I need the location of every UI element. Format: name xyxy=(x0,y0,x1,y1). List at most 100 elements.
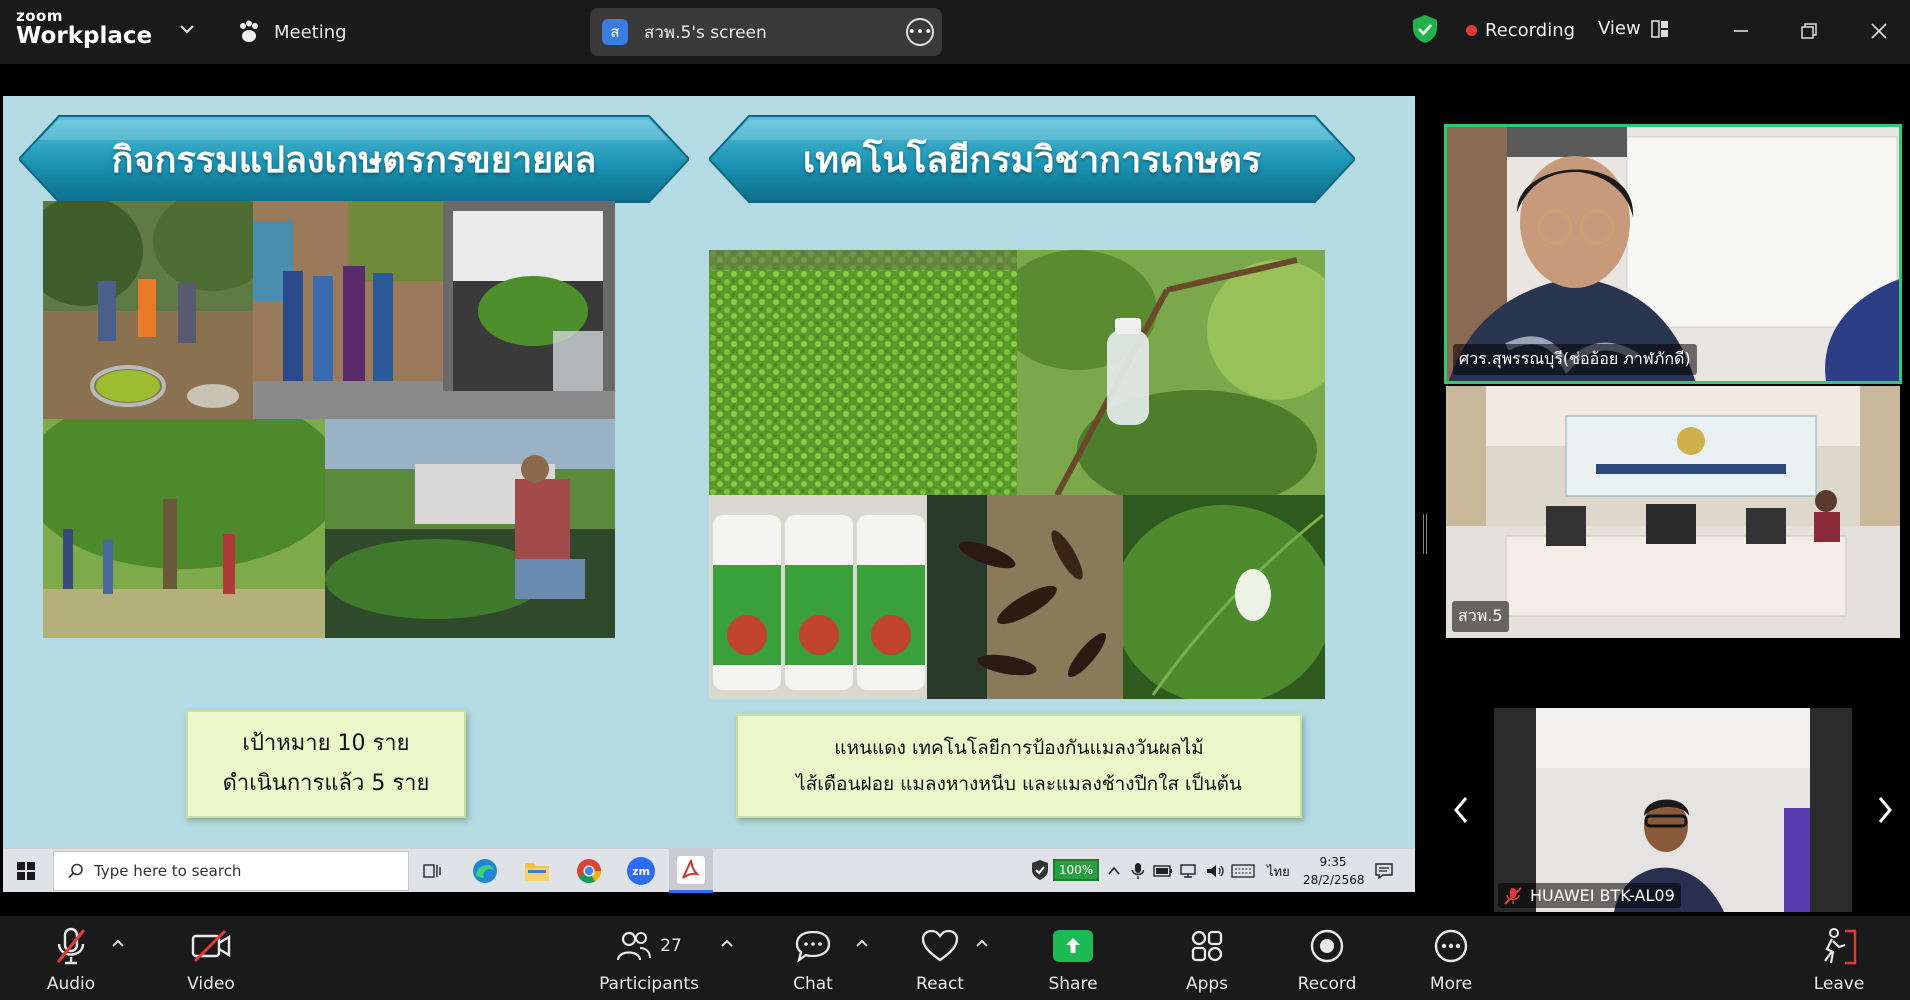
minimize-icon[interactable] xyxy=(1724,14,1758,48)
participants-label: Participants xyxy=(599,974,699,994)
audio-options-caret-icon[interactable] xyxy=(111,938,125,948)
photo-azolla xyxy=(709,250,1017,495)
chat-button[interactable]: Chat xyxy=(790,924,836,996)
photo-farmer-planting xyxy=(325,419,615,638)
zoom-taskbar-icon[interactable]: zm xyxy=(627,857,655,885)
chevron-down-icon[interactable] xyxy=(176,18,198,40)
shared-screen[interactable]: กิจกรรมแปลงเกษตรกรขยายผล เทคโนโลยีกรมวิช… xyxy=(0,64,1420,916)
search-icon xyxy=(68,863,83,879)
battery-indicator[interactable]: 100% xyxy=(1053,859,1099,881)
participants-count: 27 xyxy=(660,936,682,956)
muted-microphone-icon xyxy=(1504,886,1522,905)
pdf-reader-icon xyxy=(677,856,705,884)
encryption-shield-icon[interactable] xyxy=(1411,14,1439,44)
recording-dot-icon xyxy=(1466,25,1477,36)
participant-label-3: HUAWEI BTK-AL09 xyxy=(1498,883,1681,908)
photo-nematode-products xyxy=(709,495,927,699)
participants-icon xyxy=(617,931,652,961)
screen-share-indicator[interactable]: ส สวพ.5's screen ••• xyxy=(590,8,942,56)
battery-tray-icon[interactable] xyxy=(1153,849,1173,893)
share-button[interactable]: Share xyxy=(1046,924,1100,996)
recording-indicator[interactable]: Recording xyxy=(1466,20,1575,41)
share-label: Share xyxy=(1048,974,1098,994)
acrobat-taskbar-button[interactable] xyxy=(669,849,713,893)
microphone-tray-icon[interactable] xyxy=(1131,849,1145,893)
caption-left-line1: เป้าหมาย 10 ราย xyxy=(242,731,410,756)
caption-left-line2: ดำเนินการแล้ว 5 ราย xyxy=(222,771,430,796)
video-tile-room[interactable]: สวพ.5 xyxy=(1446,386,1900,638)
meeting-button[interactable]: Meeting xyxy=(236,16,347,48)
sharer-avatar: ส xyxy=(602,19,628,45)
photo-pickup-truck xyxy=(443,201,615,419)
right-banner-title: เทคโนโลยีกรมวิชาการเกษตร xyxy=(802,139,1262,181)
top-bar: zoom Workplace Meeting ส สวพ.5's screen … xyxy=(0,0,1910,64)
chat-options-caret-icon[interactable] xyxy=(855,938,869,948)
leave-icon xyxy=(1824,928,1857,965)
taskbar-search-placeholder: Type here to search xyxy=(94,862,242,880)
volume-tray-icon[interactable] xyxy=(1205,849,1225,893)
presentation-slide: กิจกรรมแปลงเกษตรกรขยายผล เทคโนโลยีกรมวิช… xyxy=(3,96,1415,848)
right-banner: เทคโนโลยีกรมวิชาการเกษตร xyxy=(709,114,1355,204)
participants-options-caret-icon[interactable] xyxy=(720,938,734,948)
photo-event-booth xyxy=(253,201,443,419)
more-button[interactable]: More xyxy=(1426,924,1476,996)
record-button[interactable]: Record xyxy=(1296,924,1358,996)
photo-tree-nursery xyxy=(43,419,325,638)
audio-button[interactable]: Audio xyxy=(40,924,102,996)
caption-right: แหนแดง เทคโนโลยีการป้องกันแมลงวันผลไม้ ไ… xyxy=(736,714,1302,818)
more-options-icon[interactable]: ••• xyxy=(906,18,934,46)
caption-right-line2: ไส้เดือนฝอย แมลงหางหนีบ และแมลงช้างปีกใส… xyxy=(796,773,1242,795)
more-icon xyxy=(1434,929,1468,963)
photo-lacewing xyxy=(1123,495,1325,699)
close-icon[interactable] xyxy=(1862,14,1896,48)
participant-name-3: HUAWEI BTK-AL09 xyxy=(1530,886,1675,905)
share-screen-icon xyxy=(1053,930,1093,962)
input-language[interactable]: ไทย xyxy=(1267,849,1290,893)
clock-time: 9:35 xyxy=(1319,855,1347,869)
windows-start-icon[interactable] xyxy=(17,862,35,880)
muted-microphone-icon xyxy=(56,927,86,965)
apps-button[interactable]: Apps xyxy=(1184,924,1230,996)
record-label: Record xyxy=(1297,974,1357,994)
view-button[interactable]: View xyxy=(1598,18,1669,39)
left-banner-title: กิจกรรมแปลงเกษตรกรขยายผล xyxy=(111,139,597,181)
restore-icon[interactable] xyxy=(1792,14,1826,48)
react-options-caret-icon[interactable] xyxy=(975,938,989,948)
video-tile-mobile[interactable]: HUAWEI BTK-AL09 xyxy=(1494,708,1852,912)
share-label: สวพ.5's screen xyxy=(644,22,767,43)
react-button[interactable]: React xyxy=(914,924,966,996)
notification-center-icon[interactable] xyxy=(1375,849,1393,893)
chat-label: Chat xyxy=(793,974,833,994)
chevron-right-icon[interactable] xyxy=(1870,790,1900,830)
logo-small-text: zoom xyxy=(16,7,63,25)
video-button[interactable]: Video xyxy=(180,924,242,996)
recording-label: Recording xyxy=(1485,20,1576,41)
record-icon xyxy=(1310,929,1344,963)
taskbar-search-input[interactable]: Type here to search xyxy=(53,851,409,891)
view-label: View xyxy=(1598,18,1641,39)
keyboard-tray-icon[interactable] xyxy=(1231,849,1255,893)
file-explorer-icon[interactable] xyxy=(523,857,551,885)
taskbar-clock[interactable]: 9:35 28/2/2568 xyxy=(1303,853,1365,889)
more-label: More xyxy=(1429,974,1473,994)
chevron-up-icon[interactable] xyxy=(1107,849,1121,893)
panel-resize-handle[interactable] xyxy=(1423,514,1427,554)
apps-label: Apps xyxy=(1185,974,1229,994)
leave-button[interactable]: Leave xyxy=(1814,924,1864,996)
edge-browser-icon[interactable] xyxy=(471,857,499,885)
security-tray-icon[interactable] xyxy=(1031,859,1049,881)
clock-date: 28/2/2568 xyxy=(1303,873,1365,887)
network-tray-icon[interactable] xyxy=(1179,849,1199,893)
chrome-browser-icon[interactable] xyxy=(575,857,603,885)
chat-icon xyxy=(795,930,831,963)
meeting-toolbar: Audio Video 27 Participants Chat React S… xyxy=(0,916,1910,1000)
task-view-icon[interactable] xyxy=(419,857,447,885)
photo-earwigs xyxy=(927,495,1123,699)
leave-label: Leave xyxy=(1813,974,1865,994)
heart-icon xyxy=(921,929,959,962)
caption-right-line1: แหนแดง เทคโนโลยีการป้องกันแมลงวันผลไม้ xyxy=(834,737,1204,759)
react-label: React xyxy=(916,974,964,994)
video-tile-active-speaker[interactable]: ศวร.สุพรรณบุรี(ช่ออ้อย ภาฬภักดี) xyxy=(1444,124,1902,384)
participants-button[interactable]: 27 Participants xyxy=(594,924,704,996)
chevron-left-icon[interactable] xyxy=(1446,790,1476,830)
